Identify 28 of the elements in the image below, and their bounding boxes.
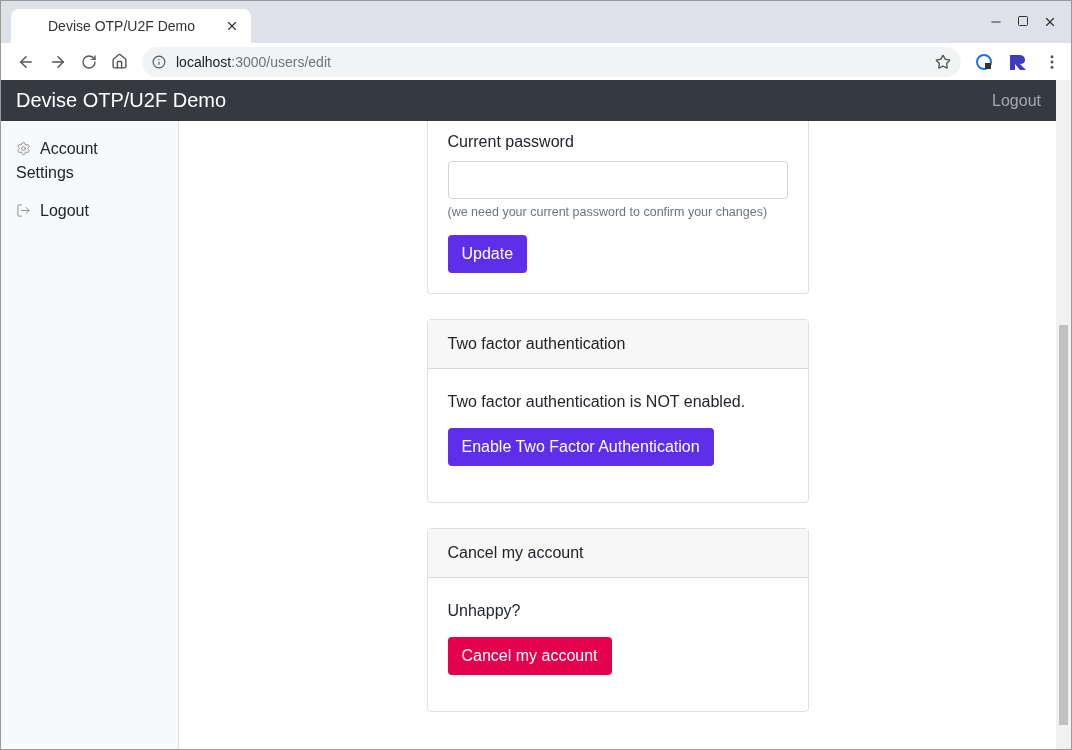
sidebar-link[interactable]: Account Settings: [16, 137, 126, 185]
reload-icon[interactable]: [81, 53, 97, 70]
sidebar-link[interactable]: Logout: [16, 199, 126, 223]
password-field[interactable]: [447, 161, 788, 199]
card-text: Unhappy?: [447, 602, 521, 620]
scroll-thumb[interactable]: [1059, 325, 1068, 725]
logout-link[interactable]: Logout: [992, 91, 1041, 110]
card-header: Two factor authentication: [427, 320, 808, 369]
card-header: Cancel my account: [427, 529, 808, 578]
action-button[interactable]: Update: [447, 235, 528, 273]
field-label: Current password: [447, 133, 574, 151]
close-icon[interactable]: [225, 19, 239, 33]
star-icon[interactable]: [935, 53, 951, 70]
extension-icon[interactable]: [975, 52, 993, 71]
info-icon[interactable]: [152, 54, 166, 69]
field-hint: (we need your current password to confirm your changes): [447, 205, 768, 219]
home-icon[interactable]: [111, 53, 128, 70]
address-bar[interactable]: localhost:3000/users/edit: [142, 46, 961, 77]
close-icon[interactable]: [1043, 15, 1057, 29]
maximize-icon[interactable]: [1017, 15, 1029, 27]
browser-tab[interactable]: Devise OTP/U2F Demo: [11, 9, 251, 43]
action-button[interactable]: Cancel my account: [447, 637, 612, 675]
scrollbar[interactable]: [1056, 80, 1071, 749]
action-button[interactable]: Enable Two Factor Authentication: [447, 428, 714, 466]
brand-title: Devise OTP/U2F Demo: [16, 89, 227, 112]
url-text: localhost:3000/users/edit: [176, 53, 331, 70]
card-text: Two factor authentication is NOT enabled.: [447, 393, 746, 411]
gear-icon: [16, 141, 31, 156]
